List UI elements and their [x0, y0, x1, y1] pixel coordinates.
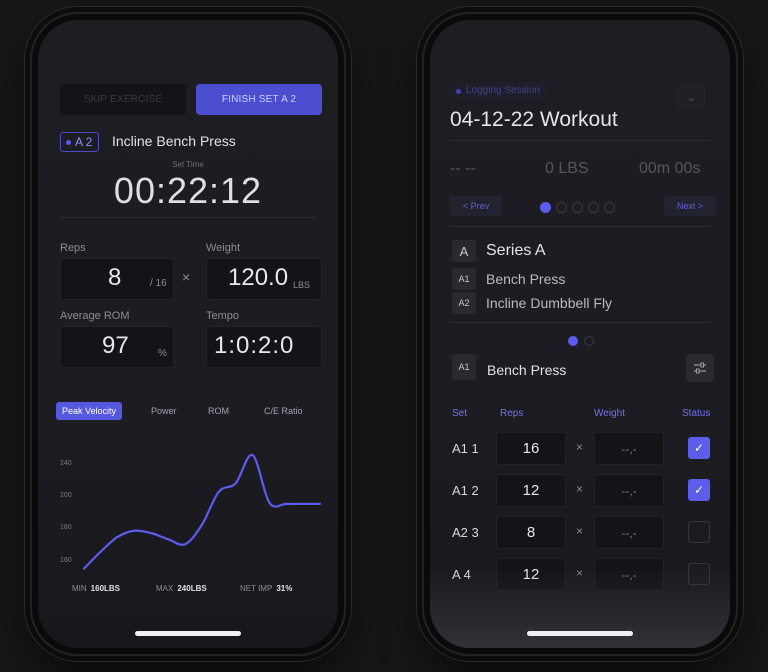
- next-button[interactable]: Next >: [664, 196, 716, 216]
- set-label: A2 3: [452, 525, 479, 540]
- set-label: A 4: [452, 567, 471, 582]
- series-item-code: A1: [452, 268, 476, 290]
- series-item-code: A2: [452, 292, 476, 314]
- series-item-name: Bench Press: [486, 271, 566, 287]
- col-status: Status: [682, 408, 711, 419]
- series-item-name: Incline Dumbbell Fly: [486, 295, 613, 311]
- exercise-name: Incline Bench Press: [112, 133, 236, 149]
- weight-unit: LBS: [293, 280, 311, 290]
- times-icon: ×: [576, 524, 584, 538]
- set-timer: 00:22:12: [113, 170, 263, 211]
- rom-unit: %: [158, 348, 167, 359]
- times-icon: ×: [576, 440, 584, 454]
- reps-cell[interactable]: 16: [496, 432, 566, 465]
- home-indicator[interactable]: [527, 631, 633, 636]
- reps-total: / 16: [150, 278, 167, 289]
- stat-time: 00m 00s: [639, 160, 701, 177]
- reps-cell[interactable]: 12: [496, 558, 566, 591]
- check-icon: ✓: [693, 483, 705, 497]
- set-time-label: Set Time: [172, 160, 204, 169]
- status-checkbox[interactable]: ✓: [688, 479, 710, 501]
- times-icon: ×: [576, 566, 584, 580]
- check-icon: ✓: [693, 441, 705, 455]
- stat-min: MIN 160LBS: [72, 584, 121, 593]
- phone-left: SKIP EXERCISE FINISH SET A 2 A 2 Incline…: [32, 14, 344, 654]
- tab-ce-ratio[interactable]: C/E Ratio: [264, 406, 303, 416]
- tempo-label: Tempo: [206, 310, 240, 322]
- page-dot[interactable]: [588, 202, 599, 213]
- current-exercise-code: A1: [452, 354, 476, 380]
- weight-cell[interactable]: --,-: [594, 516, 664, 549]
- y-tick-160: 160: [60, 557, 72, 564]
- stat-max: MAX 240LBS: [156, 584, 207, 593]
- page-dot[interactable]: [604, 202, 615, 213]
- logging-status-badge: Logging Session: [450, 82, 548, 99]
- status-checkbox[interactable]: [688, 563, 710, 585]
- velocity-series-line: [82, 453, 322, 570]
- weight-label: Weight: [206, 242, 241, 254]
- y-tick-240: 240: [60, 460, 72, 467]
- prev-button[interactable]: < Prev: [450, 196, 502, 216]
- status-dot-icon: [456, 89, 461, 94]
- col-weight: Weight: [594, 408, 625, 419]
- finish-set-button[interactable]: FINISH SET A 2: [196, 84, 322, 115]
- reps-value: 8: [108, 264, 122, 291]
- stat-net-imp: NET IMP 31%: [240, 584, 293, 593]
- set-screen: SKIP EXERCISE FINISH SET A 2 A 2 Incline…: [38, 20, 338, 648]
- y-tick-180: 180: [60, 524, 72, 531]
- times-icon: ×: [182, 269, 191, 285]
- weight-cell[interactable]: --,-: [594, 432, 664, 465]
- page-dot[interactable]: [556, 202, 567, 213]
- divider: [450, 226, 710, 227]
- skip-exercise-button[interactable]: SKIP EXERCISE: [60, 84, 186, 115]
- carousel-dot-active[interactable]: [568, 336, 578, 346]
- weight-value: 120.0: [228, 264, 289, 291]
- tab-power[interactable]: Power: [151, 406, 177, 416]
- peak-velocity-chart: [82, 453, 322, 570]
- series-title: Series A: [486, 242, 546, 259]
- reps-cell[interactable]: 8: [496, 516, 566, 549]
- divider: [450, 322, 710, 323]
- weight-cell[interactable]: --,-: [594, 474, 664, 507]
- carousel-dot[interactable]: [584, 336, 594, 346]
- page-dot[interactable]: [572, 202, 583, 213]
- col-set: Set: [452, 408, 468, 419]
- times-icon: ×: [576, 482, 584, 496]
- phone-right: Logging Session ⌄ 04-12-22 Workout -- --…: [424, 14, 736, 654]
- reps-label: Reps: [60, 242, 86, 254]
- status-checkbox[interactable]: ✓: [688, 437, 710, 459]
- reps-cell[interactable]: 12: [496, 474, 566, 507]
- y-tick-200: 200: [60, 492, 72, 499]
- tab-rom[interactable]: ROM: [208, 406, 229, 416]
- workout-screen: Logging Session ⌄ 04-12-22 Workout -- --…: [430, 20, 730, 648]
- chevron-down-icon[interactable]: ⌄: [676, 84, 706, 110]
- exercise-tag: A 2: [60, 132, 100, 152]
- workout-title: 04-12-22 Workout: [450, 108, 618, 131]
- current-exercise-name: Bench Press: [487, 362, 567, 378]
- tempo-value: 1:0:2:0: [214, 332, 295, 359]
- stat-weight: 0 LBS: [545, 160, 589, 177]
- divider: [450, 140, 710, 141]
- col-reps: Reps: [500, 408, 524, 419]
- sliders-icon[interactable]: [686, 354, 714, 382]
- status-checkbox[interactable]: [688, 521, 710, 543]
- bottom-fade: [430, 568, 730, 648]
- rom-label: Average ROM: [60, 310, 130, 322]
- set-label: A1 2: [452, 483, 479, 498]
- divider: [60, 217, 316, 218]
- tab-peak-velocity[interactable]: Peak Velocity: [56, 402, 123, 420]
- rom-value: 97: [102, 332, 129, 359]
- set-label: A1 1: [452, 441, 479, 456]
- home-indicator[interactable]: [135, 631, 241, 636]
- series-badge: A: [452, 240, 476, 262]
- weight-cell[interactable]: --,-: [594, 558, 664, 591]
- page-dot-active[interactable]: [540, 202, 551, 213]
- stat-duration: -- --: [450, 160, 476, 177]
